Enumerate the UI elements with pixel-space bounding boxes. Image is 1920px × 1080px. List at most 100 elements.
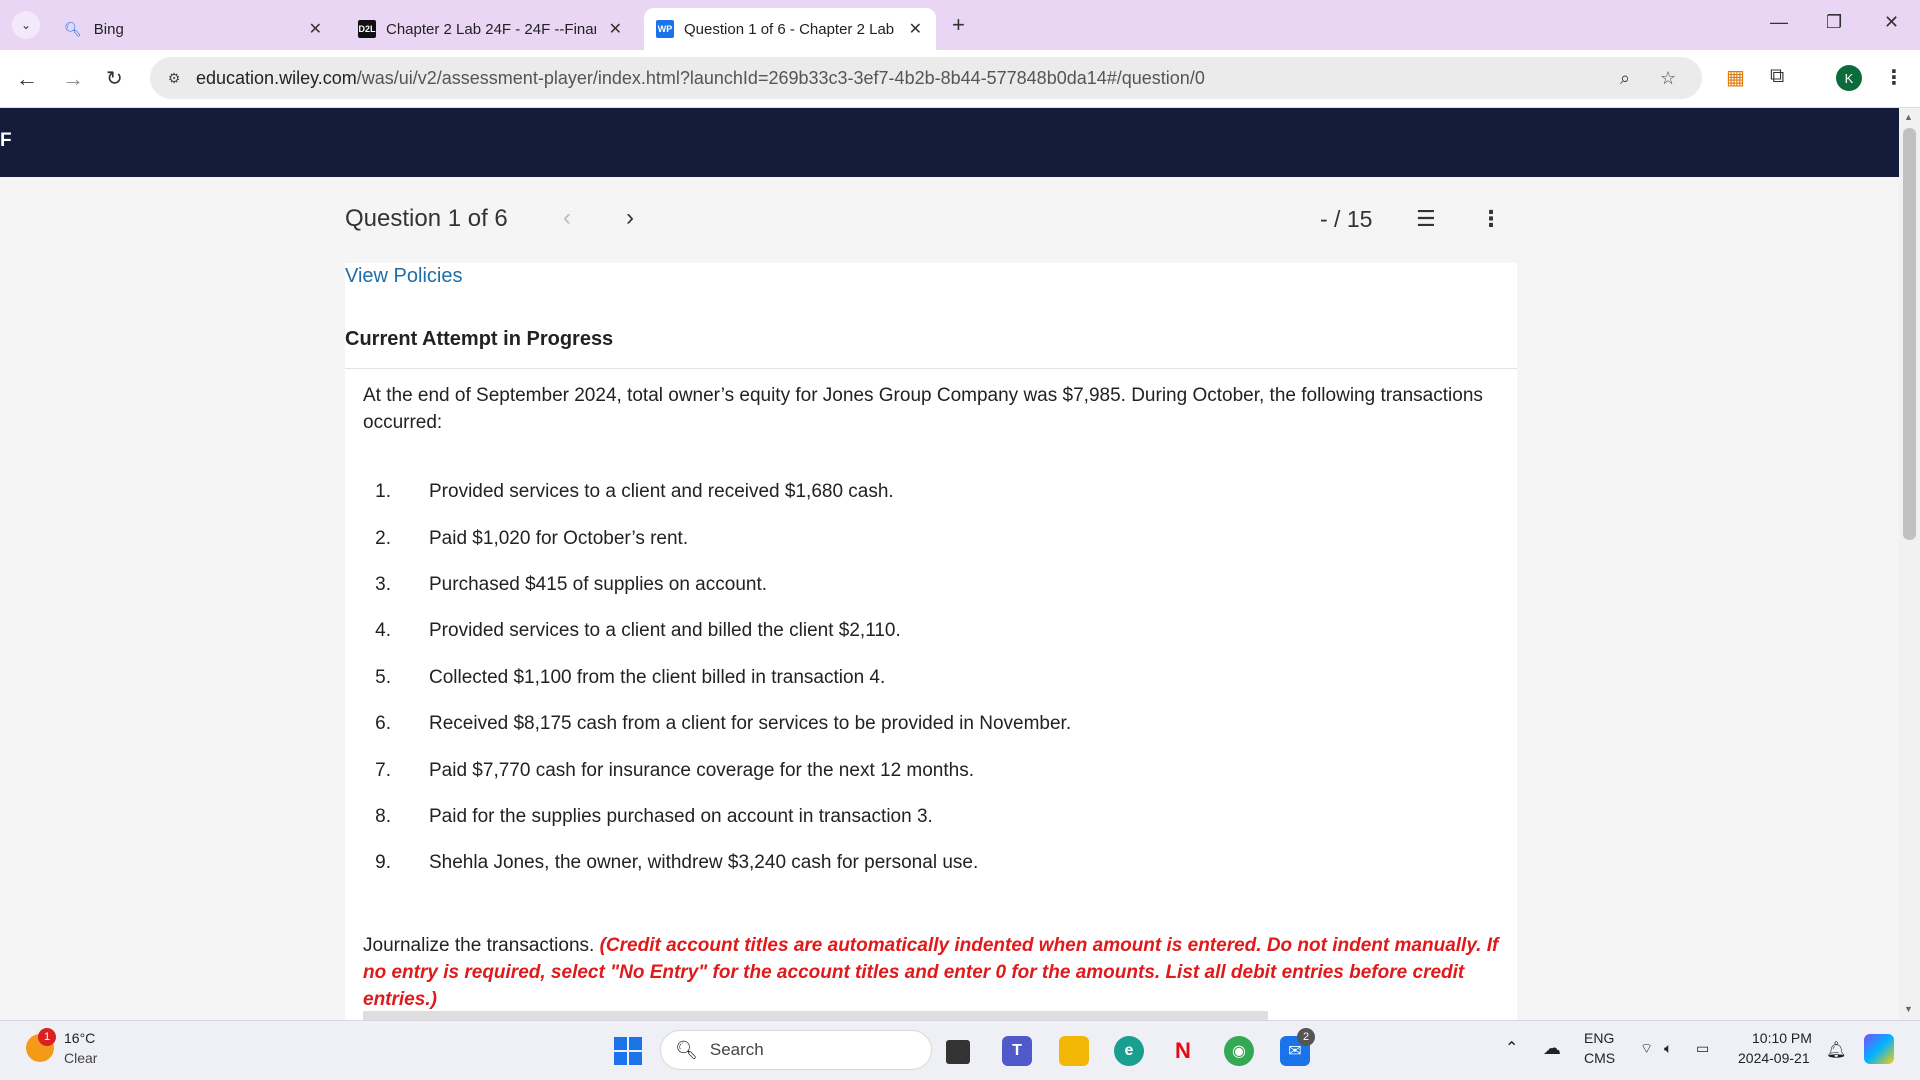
teams-icon[interactable]: T bbox=[1002, 1036, 1032, 1066]
mail-badge: 2 bbox=[1297, 1028, 1315, 1046]
notifications-bell-icon[interactable]: 🔔︎ bbox=[1826, 1040, 1846, 1060]
tab-title: Question 1 of 6 - Chapter 2 Lab bbox=[684, 20, 894, 38]
instruction-lead: Journalize the transactions. bbox=[363, 935, 595, 956]
wileyplus-header: F bbox=[0, 108, 1899, 177]
extensions-puzzle-icon[interactable]: ⧉ bbox=[1770, 65, 1784, 88]
journalize-instructions: Journalize the transactions. (Credit acc… bbox=[363, 932, 1503, 1013]
battery-icon[interactable]: ▭ bbox=[1696, 1040, 1709, 1057]
weather-temperature[interactable]: 16°C bbox=[64, 1030, 95, 1046]
input-method-indicator[interactable]: CMS bbox=[1584, 1050, 1615, 1066]
page-scrollbar[interactable]: ▲ ▼ bbox=[1899, 108, 1920, 1020]
item-number: 1. bbox=[375, 481, 391, 503]
list-item: 4. Provided services to a client and bill… bbox=[363, 608, 1503, 654]
volume-icon[interactable]: 🔈︎ bbox=[1664, 1040, 1672, 1057]
bookmark-star-icon[interactable]: ☆ bbox=[1660, 68, 1676, 89]
item-number: 5. bbox=[375, 666, 391, 688]
item-number: 7. bbox=[375, 759, 391, 781]
scroll-thumb[interactable] bbox=[1903, 128, 1916, 540]
item-text: Purchased $415 of supplies on account. bbox=[429, 573, 768, 595]
url-text: education.wiley.com/was/ui/v2/assessment… bbox=[196, 68, 1205, 89]
item-text: Received $8,175 cash from a client for s… bbox=[429, 713, 1072, 735]
view-policies-link[interactable]: View Policies bbox=[345, 265, 462, 288]
item-text: Paid for the supplies purchased on accou… bbox=[429, 805, 933, 827]
question-score: - / 15 bbox=[1320, 206, 1373, 232]
divider bbox=[345, 368, 1517, 369]
transaction-list: 1. Provided services to a client and rece… bbox=[363, 469, 1503, 887]
new-tab-plus-icon[interactable]: + bbox=[952, 12, 965, 38]
d2l-icon: D2L bbox=[358, 20, 376, 38]
address-bar[interactable]: ⚙ education.wiley.com/was/ui/v2/assessme… bbox=[150, 57, 1702, 99]
item-text: Shehla Jones, the owner, withdrew $3,240… bbox=[429, 852, 979, 874]
minimize-icon[interactable]: — bbox=[1770, 12, 1788, 33]
list-item: 3. Purchased $415 of supplies on account. bbox=[363, 562, 1503, 608]
attempt-status: Current Attempt in Progress bbox=[345, 328, 614, 350]
header-letter: F bbox=[0, 130, 12, 151]
search-label: Search bbox=[709, 1040, 764, 1059]
restore-icon[interactable]: ❐ bbox=[1826, 12, 1842, 33]
browser-menu-icon[interactable]: ⋮ bbox=[1884, 65, 1904, 90]
scroll-down-icon[interactable]: ▼ bbox=[1904, 1004, 1913, 1014]
forward-arrow-icon[interactable]: → bbox=[62, 66, 84, 92]
list-item: 1. Provided services to a client and rece… bbox=[363, 469, 1503, 515]
profile-avatar[interactable]: K bbox=[1836, 65, 1862, 91]
previous-question-chevron-icon[interactable]: ‹ bbox=[563, 204, 571, 232]
list-item: 7. Paid $7,770 cash for insurance coverag… bbox=[363, 747, 1503, 793]
item-number: 6. bbox=[375, 713, 391, 735]
close-icon[interactable]: ✕ bbox=[609, 19, 622, 39]
windows-start-icon[interactable] bbox=[614, 1037, 642, 1065]
item-text: Paid $7,770 cash for insurance coverage … bbox=[429, 759, 974, 781]
site-info-icon[interactable]: ⚙ bbox=[164, 68, 184, 88]
tab-bing[interactable]: 🔍︎ Bing ✕ bbox=[52, 8, 336, 50]
item-text: Provided services to a client and billed… bbox=[429, 620, 901, 642]
edge-icon[interactable]: e bbox=[1114, 1036, 1144, 1066]
browser-toolbar: ← → ↻ ⚙ education.wiley.com/was/ui/v2/as… bbox=[0, 50, 1920, 108]
zoom-icon[interactable]: ⌕ bbox=[1620, 68, 1630, 89]
wifi-icon[interactable]: ⌔ bbox=[1640, 1040, 1653, 1058]
copilot-icon[interactable] bbox=[1864, 1034, 1894, 1064]
question-counter: Question 1 of 6 bbox=[345, 205, 508, 232]
browser-tab-strip: ⌄ 🔍︎ Bing ✕ D2L Chapter 2 Lab 24F - 24F … bbox=[0, 0, 1920, 50]
item-number: 8. bbox=[375, 805, 391, 827]
journal-table-header bbox=[363, 1011, 1268, 1020]
search-icon: 🔍︎ bbox=[64, 20, 82, 37]
file-explorer-icon[interactable] bbox=[1059, 1036, 1089, 1066]
task-view-icon[interactable] bbox=[946, 1040, 970, 1064]
list-item: 5. Collected $1,100 from the client bille… bbox=[363, 655, 1503, 701]
search-icon: 🔍︎ bbox=[675, 1039, 698, 1060]
window-close-icon[interactable]: ✕ bbox=[1884, 12, 1899, 33]
url-path: /was/ui/v2/assessment-player/index.html?… bbox=[356, 67, 1205, 88]
item-number: 2. bbox=[375, 527, 391, 549]
list-item: 9. Shehla Jones, the owner, withdrew $3,2… bbox=[363, 840, 1503, 886]
clock-date[interactable]: 2024-09-21 bbox=[1738, 1050, 1810, 1066]
item-number: 9. bbox=[375, 852, 391, 874]
back-arrow-icon[interactable]: ← bbox=[16, 66, 38, 92]
item-text: Paid $1,020 for October’s rent. bbox=[429, 527, 689, 549]
tiger-extension-icon[interactable]: ▦ bbox=[1726, 65, 1745, 90]
question-intro: At the end of September 2024, total owne… bbox=[363, 385, 1483, 433]
tab-d2l[interactable]: D2L Chapter 2 Lab 24F - 24F --Finan ✕ bbox=[346, 8, 636, 50]
item-number: 4. bbox=[375, 620, 391, 642]
more-options-icon[interactable]: ⋮ bbox=[1480, 206, 1502, 232]
next-question-chevron-icon[interactable]: › bbox=[626, 204, 634, 232]
close-icon[interactable]: ✕ bbox=[909, 19, 922, 39]
question-list-icon[interactable]: ☰ bbox=[1416, 206, 1436, 232]
taskbar-search[interactable]: 🔍︎ Search bbox=[660, 1030, 932, 1070]
close-icon[interactable]: ✕ bbox=[309, 19, 322, 39]
tray-chevron-up-icon[interactable]: ⌃ bbox=[1505, 1038, 1518, 1058]
tab-wileyplus[interactable]: WP Question 1 of 6 - Chapter 2 Lab ✕ bbox=[644, 8, 936, 50]
url-domain: education.wiley.com bbox=[196, 67, 357, 88]
tab-title: Chapter 2 Lab 24F - 24F --Finan bbox=[386, 20, 596, 38]
language-indicator[interactable]: ENG bbox=[1584, 1030, 1614, 1046]
clock-time[interactable]: 10:10 PM bbox=[1752, 1030, 1812, 1046]
onedrive-cloud-icon[interactable]: ☁ bbox=[1543, 1038, 1561, 1059]
list-item: 6. Received $8,175 cash from a client for… bbox=[363, 701, 1503, 747]
netflix-icon[interactable]: N bbox=[1168, 1036, 1198, 1066]
chrome-icon[interactable]: ◉ bbox=[1224, 1036, 1254, 1066]
wileyplus-icon: WP bbox=[656, 20, 674, 38]
weather-condition[interactable]: Clear bbox=[64, 1050, 97, 1066]
reload-icon[interactable]: ↻ bbox=[106, 66, 123, 91]
tab-search-dropdown-button[interactable]: ⌄ bbox=[12, 11, 40, 39]
notification-badge: 1 bbox=[38, 1028, 56, 1046]
scroll-up-icon[interactable]: ▲ bbox=[1904, 112, 1913, 122]
list-item: 2. Paid $1,020 for October’s rent. bbox=[363, 515, 1503, 561]
